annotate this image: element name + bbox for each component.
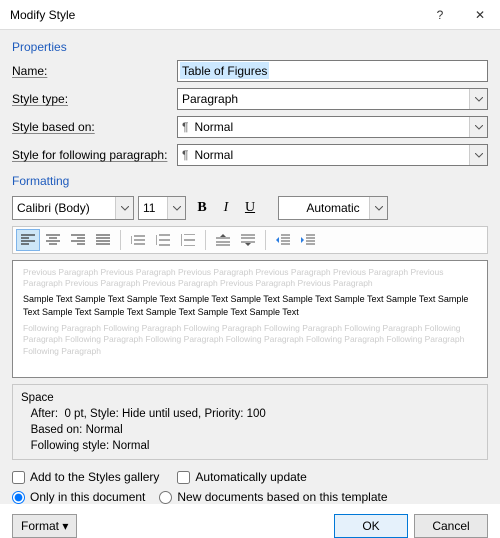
format-menu-button[interactable]: Format ▾	[12, 514, 77, 538]
preview-before: Previous Paragraph Previous Paragraph Pr…	[23, 267, 477, 290]
formatting-label: Formatting	[12, 174, 488, 188]
line-spacing-2-button[interactable]	[176, 229, 200, 251]
following-select[interactable]: ¶ Normal	[177, 144, 488, 166]
align-left-button[interactable]	[16, 229, 40, 251]
space-before-increase-button[interactable]	[211, 229, 235, 251]
align-center-button[interactable]	[41, 229, 65, 251]
style-description: Space After: 0 pt, Style: Hide until use…	[12, 384, 488, 460]
ok-button[interactable]: OK	[334, 514, 408, 538]
bold-button[interactable]: B	[190, 196, 214, 220]
line-spacing-1-button[interactable]	[126, 229, 150, 251]
chevron-down-icon	[469, 89, 487, 109]
style-type-label: Style type:	[12, 92, 177, 106]
italic-button[interactable]: I	[214, 196, 238, 220]
chevron-down-icon	[469, 117, 487, 137]
decrease-indent-button[interactable]	[271, 229, 295, 251]
font-size-combo[interactable]: 11	[138, 196, 186, 220]
based-on-label: Style based on:	[12, 120, 177, 134]
underline-button[interactable]: U	[238, 196, 262, 220]
chevron-down-icon	[115, 197, 133, 219]
align-right-button[interactable]	[66, 229, 90, 251]
title-bar: Modify Style ? ✕	[0, 0, 500, 30]
paragraph-toolbar	[12, 226, 488, 254]
add-to-gallery-checkbox[interactable]: Add to the Styles gallery	[12, 470, 159, 484]
chevron-down-icon	[167, 197, 185, 219]
close-button[interactable]: ✕	[460, 0, 500, 30]
preview-pane: Previous Paragraph Previous Paragraph Pr…	[12, 260, 488, 378]
dialog-title: Modify Style	[10, 8, 420, 22]
following-label: Style for following paragraph:	[12, 148, 177, 162]
name-input[interactable]	[177, 60, 488, 82]
pilcrow-icon: ¶	[182, 148, 188, 162]
increase-indent-button[interactable]	[296, 229, 320, 251]
line-spacing-1.5-button[interactable]	[151, 229, 175, 251]
chevron-down-icon	[369, 197, 387, 219]
help-button[interactable]: ?	[420, 0, 460, 30]
align-justify-button[interactable]	[91, 229, 115, 251]
style-type-select[interactable]: Paragraph	[177, 88, 488, 110]
dialog-body: Properties Name: Table of Figures Style …	[0, 30, 500, 504]
only-in-document-radio[interactable]: Only in this document	[12, 490, 145, 504]
name-label: Name:	[12, 64, 177, 78]
auto-update-checkbox[interactable]: Automatically update	[177, 470, 306, 484]
new-documents-radio[interactable]: New documents based on this template	[159, 490, 387, 504]
preview-after: Following Paragraph Following Paragraph …	[23, 323, 477, 357]
preview-sample: Sample Text Sample Text Sample Text Samp…	[23, 293, 477, 320]
font-color-combo[interactable]: Automatic	[278, 196, 388, 220]
font-combo[interactable]: Calibri (Body)	[12, 196, 134, 220]
cancel-button[interactable]: Cancel	[414, 514, 488, 538]
based-on-select[interactable]: ¶ Normal	[177, 116, 488, 138]
properties-label: Properties	[12, 40, 488, 54]
pilcrow-icon: ¶	[182, 120, 188, 134]
chevron-down-icon	[469, 145, 487, 165]
space-before-decrease-button[interactable]	[236, 229, 260, 251]
